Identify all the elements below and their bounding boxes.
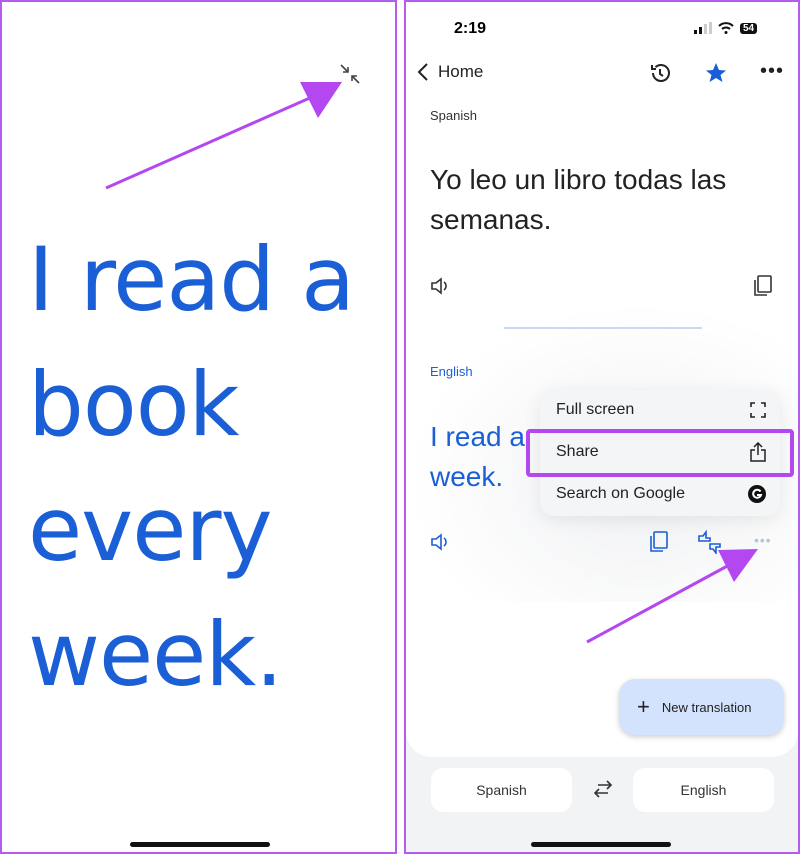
line: I read a	[28, 228, 355, 331]
fullscreen-view: I read a book every week.	[0, 0, 397, 854]
swap-languages-icon[interactable]	[592, 780, 614, 798]
plus-icon: +	[637, 694, 650, 719]
line: week.	[28, 603, 283, 706]
home-indicator	[130, 842, 270, 847]
home-indicator	[531, 842, 671, 847]
line: every	[28, 478, 273, 581]
target-language-button[interactable]: English	[633, 768, 774, 812]
source-language-button[interactable]: Spanish	[431, 768, 572, 812]
fab-label: New translation	[661, 699, 752, 715]
fullscreen-translation: I read a book every week.	[28, 217, 355, 717]
line: book	[28, 353, 240, 456]
new-translation-button[interactable]: + New translation	[619, 679, 784, 735]
translate-app: 2:19 54 Home ••• Spanish Yo leo un libro…	[404, 0, 800, 854]
